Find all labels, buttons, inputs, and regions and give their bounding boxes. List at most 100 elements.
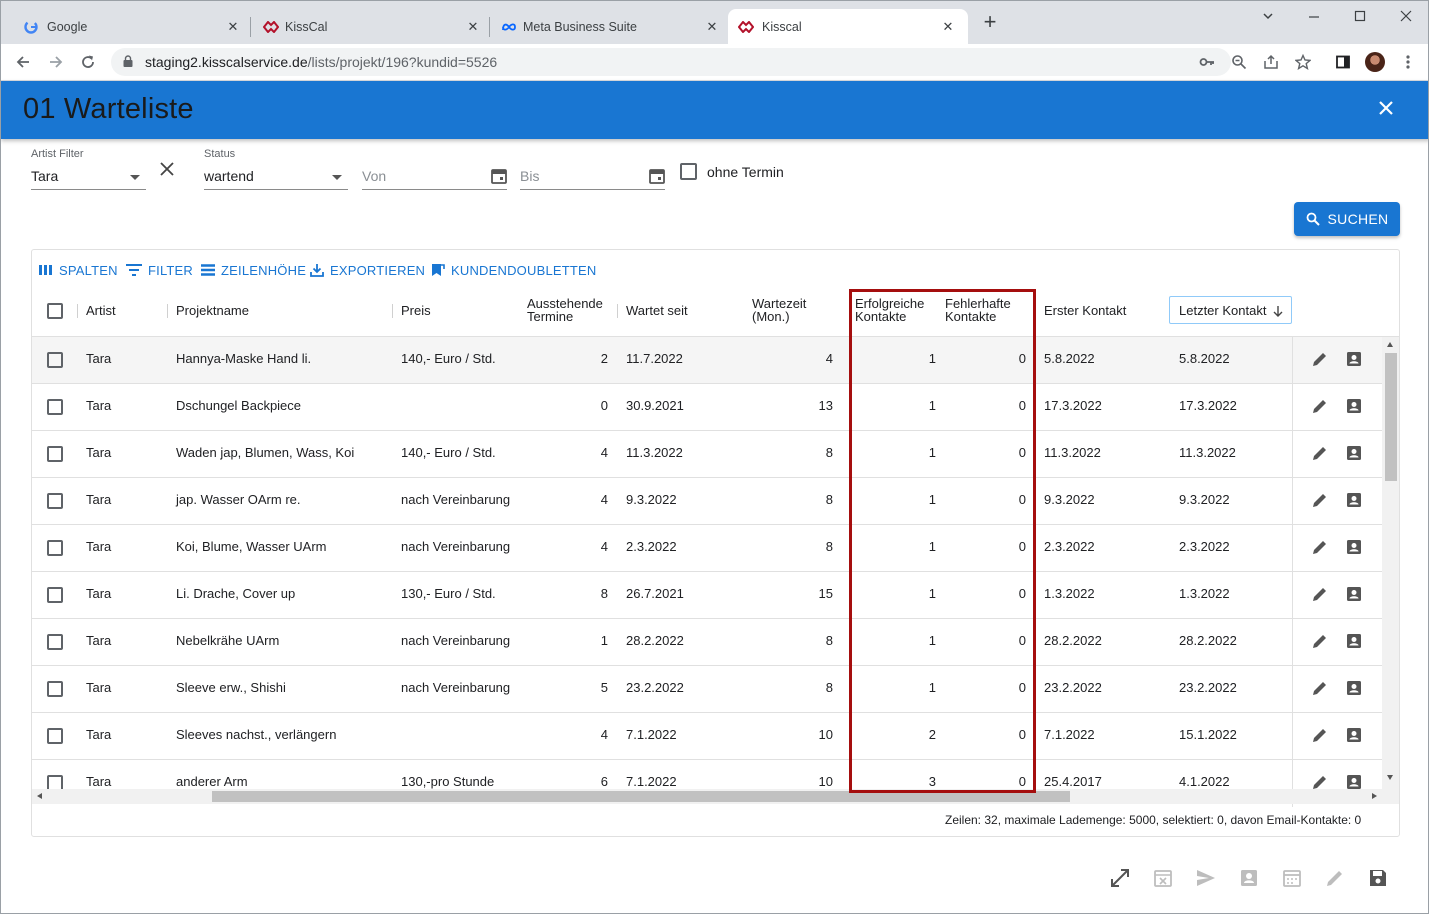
row-checkbox[interactable] xyxy=(47,634,63,650)
expand-icon[interactable] xyxy=(1109,867,1131,889)
edit-icon[interactable] xyxy=(1311,679,1329,697)
row-checkbox[interactable] xyxy=(47,399,63,415)
edit-icon[interactable] xyxy=(1311,538,1329,556)
address-bar[interactable]: staging2.kisscalservice.de/lists/projekt… xyxy=(111,48,1231,76)
send-icon[interactable] xyxy=(1195,867,1217,889)
scroll-up-arrow-icon[interactable] xyxy=(1387,342,1393,347)
ohne-termin-checkbox[interactable] xyxy=(680,163,697,180)
edit-icon[interactable] xyxy=(1311,726,1329,744)
grid-status-text: Zeilen: 32, maximale Lademenge: 5000, se… xyxy=(945,813,1362,827)
key-icon[interactable] xyxy=(1197,52,1217,72)
reload-icon[interactable] xyxy=(78,52,98,72)
browser-tab-meta[interactable]: Meta Business Suite ✕ xyxy=(501,9,720,44)
edit-icon[interactable] xyxy=(1311,491,1329,509)
browser-tab-kisscal[interactable]: KissCal ✕ xyxy=(263,9,481,44)
contact-card-icon[interactable] xyxy=(1345,679,1363,697)
side-panel-icon[interactable] xyxy=(1333,52,1353,72)
browser-tab-kisscal-active[interactable]: Kisscal ✕ xyxy=(728,9,968,44)
vertical-scrollbar[interactable] xyxy=(1382,337,1399,789)
share-icon[interactable] xyxy=(1261,52,1281,72)
window-close-button[interactable] xyxy=(1394,9,1418,25)
column-header-wartet-seit[interactable]: Wartet seit xyxy=(626,304,688,317)
scroll-left-arrow-icon[interactable] xyxy=(37,793,42,799)
minimize-button[interactable] xyxy=(1302,9,1326,25)
contact-card-icon[interactable] xyxy=(1238,867,1260,889)
filter-button[interactable]: FILTER xyxy=(126,263,193,278)
horizontal-scrollbar[interactable] xyxy=(32,789,1399,804)
download-icon xyxy=(310,264,324,277)
scroll-down-arrow-icon[interactable] xyxy=(1387,775,1393,780)
tab-close-icon[interactable]: ✕ xyxy=(225,19,241,35)
cell-artist: Tara xyxy=(86,727,112,742)
select-all-checkbox[interactable] xyxy=(47,303,63,319)
forward-arrow-icon[interactable] xyxy=(46,52,66,72)
calendar-icon[interactable] xyxy=(1281,867,1303,889)
tab-close-icon[interactable]: ✕ xyxy=(465,19,481,35)
bookmark-star-icon[interactable] xyxy=(1293,52,1313,72)
export-button[interactable]: EXPORTIEREN xyxy=(310,263,425,278)
browser-tabstrip: Google ✕ KissCal ✕ Meta Business Suite ✕… xyxy=(1,1,1428,44)
bis-date-input[interactable]: Bis xyxy=(520,168,539,184)
edit-icon[interactable] xyxy=(1311,585,1329,603)
contact-card-icon[interactable] xyxy=(1345,444,1363,462)
artist-filter-value[interactable]: Tara xyxy=(31,168,58,184)
status-filter-value[interactable]: wartend xyxy=(204,168,254,184)
column-header-erster-kontakt[interactable]: Erster Kontakt xyxy=(1044,304,1126,317)
row-height-button[interactable]: ZEILENHÖHE xyxy=(201,263,306,278)
tab-close-icon[interactable]: ✕ xyxy=(940,19,956,35)
column-header-wartezeit[interactable]: Wartezeit (Mon.) xyxy=(752,297,806,323)
vertical-scroll-thumb[interactable] xyxy=(1385,353,1397,481)
row-checkbox[interactable] xyxy=(47,587,63,603)
cell-artist: Tara xyxy=(86,680,112,695)
search-button[interactable]: SUCHEN xyxy=(1294,202,1400,236)
row-checkbox[interactable] xyxy=(47,540,63,556)
back-arrow-icon[interactable] xyxy=(13,52,33,72)
contact-card-icon[interactable] xyxy=(1345,350,1363,368)
chevron-down-icon[interactable] xyxy=(130,175,140,180)
save-icon[interactable] xyxy=(1367,867,1389,889)
row-checkbox[interactable] xyxy=(47,493,63,509)
contact-card-icon[interactable] xyxy=(1345,585,1363,603)
scroll-right-arrow-icon[interactable] xyxy=(1372,793,1377,799)
edit-icon[interactable] xyxy=(1311,632,1329,650)
column-header-ausstehende[interactable]: Ausstehende Termine xyxy=(527,297,603,323)
clear-filter-icon[interactable] xyxy=(159,161,175,182)
contact-card-icon[interactable] xyxy=(1345,491,1363,509)
zoom-icon[interactable] xyxy=(1229,52,1249,72)
tab-title: KissCal xyxy=(285,19,328,34)
sort-desc-arrow-icon[interactable] xyxy=(1272,305,1284,317)
calendar-icon[interactable] xyxy=(648,167,666,190)
contact-card-icon[interactable] xyxy=(1345,632,1363,650)
avatar[interactable] xyxy=(1365,52,1385,72)
columns-button[interactable]: SPALTEN xyxy=(39,263,118,278)
tab-search-chevron-icon[interactable] xyxy=(1256,9,1280,25)
cell-termine: 2 xyxy=(600,351,608,366)
calendar-icon[interactable] xyxy=(490,167,508,190)
new-tab-button[interactable]: + xyxy=(978,11,1002,33)
row-checkbox[interactable] xyxy=(47,681,63,697)
von-date-input[interactable]: Von xyxy=(362,168,386,184)
cell-erster: 28.2.2022 xyxy=(1044,633,1102,648)
contact-card-icon[interactable] xyxy=(1345,397,1363,415)
browser-tab-google[interactable]: Google ✕ xyxy=(23,9,243,44)
column-header-letzter-kontakt[interactable]: Letzter Kontakt xyxy=(1169,296,1292,324)
row-checkbox[interactable] xyxy=(47,728,63,744)
column-header-preis[interactable]: Preis xyxy=(401,304,431,317)
edit-icon[interactable] xyxy=(1311,444,1329,462)
column-header-artist[interactable]: Artist xyxy=(86,304,116,317)
row-checkbox[interactable] xyxy=(47,446,63,462)
row-checkbox[interactable] xyxy=(47,352,63,368)
calendar-remove-icon[interactable] xyxy=(1152,867,1174,889)
edit-icon[interactable] xyxy=(1311,350,1329,368)
close-icon[interactable] xyxy=(1375,97,1397,119)
maximize-button[interactable] xyxy=(1348,9,1372,25)
tab-close-icon[interactable]: ✕ xyxy=(704,19,720,35)
edit-icon[interactable] xyxy=(1324,867,1346,889)
column-header-projektname[interactable]: Projektname xyxy=(176,304,249,317)
contact-card-icon[interactable] xyxy=(1345,538,1363,556)
kebab-menu-icon[interactable] xyxy=(1398,52,1418,72)
edit-icon[interactable] xyxy=(1311,397,1329,415)
contact-card-icon[interactable] xyxy=(1345,726,1363,744)
chevron-down-icon[interactable] xyxy=(332,175,342,180)
duplicates-button[interactable]: KUNDENDOUBLETTEN xyxy=(431,263,597,278)
